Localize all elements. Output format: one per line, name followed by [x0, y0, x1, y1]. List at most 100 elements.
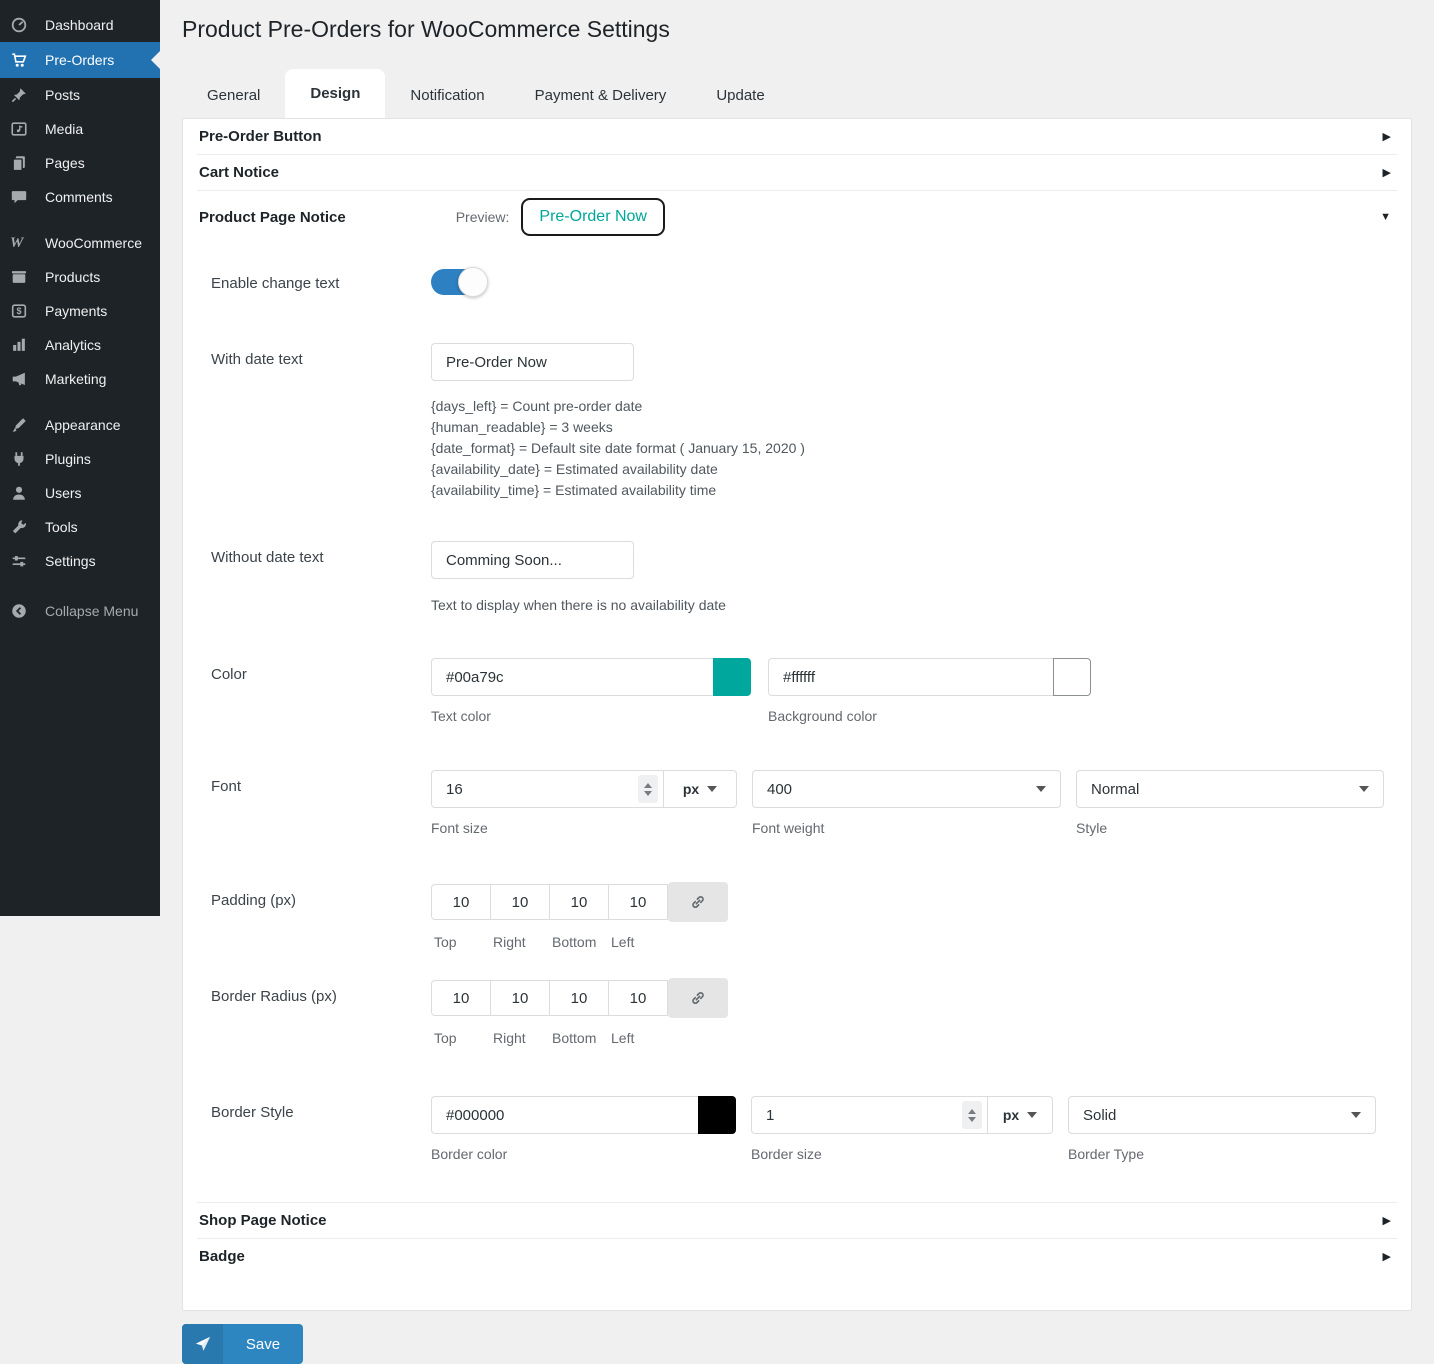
cart-icon [10, 51, 36, 69]
link-values-button[interactable] [668, 882, 728, 922]
text-color-swatch[interactable] [713, 658, 751, 696]
tab-design[interactable]: Design [285, 69, 386, 118]
link-icon [692, 896, 704, 908]
sidebar-item-users[interactable]: Users [0, 476, 160, 510]
sidebar-item-settings[interactable]: Settings [0, 544, 160, 578]
number-stepper[interactable] [962, 1101, 982, 1129]
sidebar-item-label: Comments [45, 189, 113, 205]
accordion-cart-notice[interactable]: Cart Notice ▶ [183, 155, 1411, 190]
tab-notification[interactable]: Notification [385, 73, 509, 118]
accordion-product-page-notice[interactable]: Product Page Notice Preview: Pre-Order N… [183, 191, 1411, 239]
border-size-input[interactable] [751, 1096, 988, 1134]
tab-general[interactable]: General [182, 73, 285, 118]
radius-bottom-input[interactable] [549, 980, 609, 1016]
border-color-input[interactable] [431, 1096, 698, 1134]
bar-chart-icon [10, 336, 36, 354]
accordion-badge[interactable]: Badge ▶ [183, 1239, 1411, 1274]
admin-sidebar: Dashboard Pre-Orders Posts Media Pages C… [0, 0, 160, 916]
link-values-button[interactable] [668, 978, 728, 1018]
text-color-input[interactable] [431, 658, 713, 696]
active-item-arrow [151, 51, 160, 69]
sidebar-item-collapse-menu[interactable]: Collapse Menu [0, 594, 160, 628]
field-caption: Text color [431, 708, 491, 724]
border-size-unit-select[interactable]: px [987, 1096, 1053, 1134]
quad-caption: Bottom [552, 934, 597, 950]
section-title: Cart Notice [199, 164, 280, 181]
sidebar-item-woocommerce[interactable]: W WooCommerce [0, 226, 160, 260]
background-color-swatch[interactable] [1053, 658, 1091, 696]
border-type-select[interactable]: Solid [1068, 1096, 1376, 1134]
field-caption: Font size [431, 820, 488, 836]
without-date-text-input[interactable] [431, 541, 634, 579]
help-line: Text to display when there is no availab… [431, 597, 726, 613]
radius-right-input[interactable] [490, 980, 550, 1016]
enable-change-text-toggle[interactable] [431, 267, 488, 297]
accordion-pre-order-button[interactable]: Pre-Order Button ▶ [183, 119, 1411, 154]
sidebar-item-label: Pre-Orders [45, 52, 115, 68]
sidebar-item-label: Posts [45, 87, 81, 103]
sidebar-item-pages[interactable]: Pages [0, 146, 160, 180]
send-icon [182, 1324, 223, 1364]
user-icon [10, 484, 36, 502]
help-line: {days_left} = Count pre-order date [431, 398, 643, 414]
sidebar-item-products[interactable]: Products [0, 260, 160, 294]
background-color-input[interactable] [768, 658, 1053, 696]
sidebar-item-comments[interactable]: Comments [0, 180, 160, 214]
sidebar-item-payments[interactable]: $ Payments [0, 294, 160, 328]
settings-card: Pre-Order Button ▶ Cart Notice ▶ Product… [182, 118, 1412, 1311]
field-label: Color [211, 666, 247, 683]
sidebar-item-label: Tools [45, 519, 78, 535]
sidebar-item-analytics[interactable]: Analytics [0, 328, 160, 362]
sidebar-item-label: Analytics [45, 337, 102, 353]
sidebar-item-posts[interactable]: Posts [0, 78, 160, 112]
sidebar-item-label: Media [45, 121, 84, 137]
font-style-select[interactable]: Normal [1076, 770, 1384, 808]
quad-captions: Top Right Bottom Left [431, 934, 1395, 950]
font-weight-select[interactable]: 400 [752, 770, 1061, 808]
tab-payment-delivery[interactable]: Payment & Delivery [510, 73, 692, 118]
tab-update[interactable]: Update [691, 73, 789, 118]
font-size-input[interactable] [431, 770, 664, 808]
with-date-text-input[interactable] [431, 343, 634, 381]
sidebar-item-label: Products [45, 269, 101, 285]
sidebar-item-tools[interactable]: Tools [0, 510, 160, 544]
padding-left-input[interactable] [608, 884, 668, 920]
field-label: Border Style [211, 1104, 294, 1121]
sidebar-item-label: Marketing [45, 371, 107, 387]
number-stepper[interactable] [638, 775, 658, 803]
sidebar-item-label: Dashboard [45, 17, 114, 33]
sidebar-separator [0, 214, 160, 226]
save-button-label: Save [245, 1335, 281, 1353]
section-title: Badge [199, 1248, 245, 1265]
toggle-knob [458, 267, 488, 297]
radius-left-input[interactable] [608, 980, 668, 1016]
help-line: {date_format} = Default site date format… [431, 440, 805, 456]
sidebar-item-dashboard[interactable]: Dashboard [0, 8, 160, 42]
chevron-right-icon: ▶ [1382, 1251, 1391, 1263]
box-icon [10, 268, 36, 286]
select-value: Normal [1091, 780, 1140, 798]
save-button[interactable]: Save [182, 1324, 303, 1364]
radius-top-input[interactable] [431, 980, 491, 1016]
padding-bottom-input[interactable] [549, 884, 609, 920]
field-label: Padding (px) [211, 892, 297, 909]
sidebar-item-label: Collapse Menu [45, 603, 139, 619]
accordion-shop-page-notice[interactable]: Shop Page Notice ▶ [183, 1203, 1411, 1238]
sidebar-item-marketing[interactable]: Marketing [0, 362, 160, 396]
sidebar-item-appearance[interactable]: Appearance [0, 408, 160, 442]
sidebar-item-pre-orders[interactable]: Pre-Orders [0, 42, 160, 78]
brush-icon [10, 416, 36, 434]
field-label: Font [211, 778, 242, 795]
page-title: Product Pre-Orders for WooCommerce Setti… [182, 16, 670, 42]
sliders-icon [10, 552, 36, 570]
font-size-unit-select[interactable]: px [663, 770, 737, 808]
chevron-right-icon: ▶ [1382, 1215, 1391, 1227]
padding-top-input[interactable] [431, 884, 491, 920]
quad-caption: Right [493, 934, 526, 950]
border-color-swatch[interactable] [698, 1096, 736, 1134]
sidebar-item-plugins[interactable]: Plugins [0, 442, 160, 476]
sidebar-separator [0, 578, 160, 590]
padding-right-input[interactable] [490, 884, 550, 920]
pages-icon [10, 154, 36, 172]
sidebar-item-media[interactable]: Media [0, 112, 160, 146]
